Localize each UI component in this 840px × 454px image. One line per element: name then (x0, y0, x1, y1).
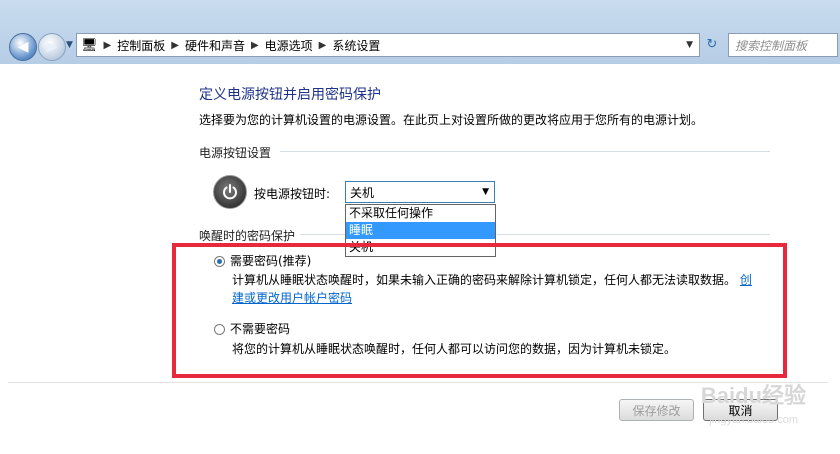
search-input[interactable]: 搜索控制面板 (728, 33, 838, 57)
forward-button[interactable]: ▶ (38, 33, 66, 61)
power-button-icon (213, 175, 247, 209)
save-changes-button[interactable]: 保存修改 (619, 399, 694, 421)
option-do-nothing[interactable]: 不采取任何操作 (346, 205, 495, 222)
back-button[interactable]: ◀ (9, 33, 37, 61)
highlight-annotation-box (172, 243, 787, 378)
power-action-dropdown[interactable]: 关机 ▼ (345, 181, 495, 203)
breadcrumb-separator-icon: ▶ (103, 39, 112, 51)
option-sleep[interactable]: 睡眠 (346, 222, 495, 239)
dropdown-selected-value: 关机 (350, 185, 375, 200)
section-divider (300, 234, 345, 235)
refresh-icon: ↻ (706, 36, 718, 52)
page-title: 定义电源按钮并启用密码保护 (199, 87, 381, 103)
page-description: 选择要为您的计算机设置的电源设置。在此页上对设置所做的更改将应用于您所有的电源计… (199, 113, 704, 127)
search-placeholder: 搜索控制面板 (735, 38, 808, 53)
breadcrumb-control-panel[interactable]: 控制面板 (117, 37, 165, 54)
password-section-label: 唤醒时的密码保护 (199, 229, 296, 243)
refresh-button[interactable]: ↻ (700, 33, 724, 55)
baidu-watermark-url: jingyan.baidu.com (709, 414, 798, 426)
breadcrumb-separator-icon: ▶ (171, 39, 179, 51)
baidu-watermark: Baidu经验 (700, 383, 806, 408)
chevron-down-icon: ▼ (482, 187, 489, 197)
address-field[interactable]: 🖥 ▶ 控制面板 ▶ 硬件和声音 ▶ 电源选项 ▶ 系统设置 ▼ (76, 33, 700, 57)
breadcrumb-separator-icon: ▶ (318, 39, 327, 51)
section-divider (497, 234, 770, 235)
breadcrumb-separator-icon: ▶ (250, 39, 259, 51)
breadcrumb-hardware-sound[interactable]: 硬件和声音 (185, 37, 245, 54)
forward-arrow-icon: ▶ (46, 39, 58, 55)
section-divider (280, 151, 770, 152)
breadcrumb-system-settings[interactable]: 系统设置 (332, 37, 380, 54)
power-button-label: 按电源按钮时: (254, 187, 331, 201)
control-panel-icon: 🖥 (81, 37, 98, 53)
power-section-label: 电源按钮设置 (199, 146, 272, 160)
history-dropdown-icon[interactable]: ▼ (66, 40, 73, 50)
breadcrumb-power-options[interactable]: 电源选项 (265, 37, 313, 54)
back-arrow-icon: ◀ (17, 39, 29, 55)
address-dropdown-icon[interactable]: ▼ (686, 40, 693, 50)
